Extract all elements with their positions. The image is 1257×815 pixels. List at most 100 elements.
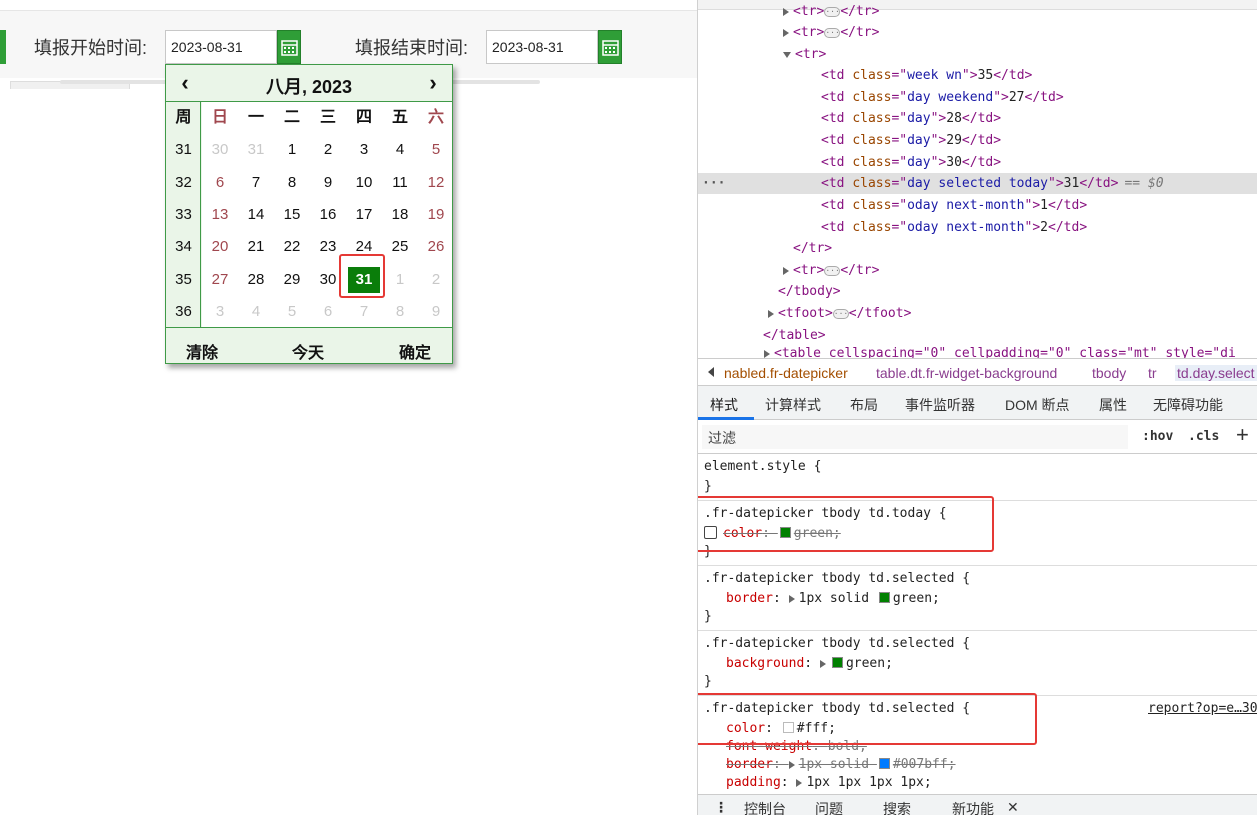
expand-triangle-icon[interactable] (788, 760, 795, 769)
day-cell[interactable]: 13 (202, 199, 238, 231)
dom-node[interactable]: </tr> (698, 238, 1257, 259)
tab-whats-new[interactable]: 新功能 (952, 799, 994, 815)
color-swatch[interactable] (878, 592, 890, 603)
tab-computed[interactable]: 计算样式 (765, 395, 821, 415)
day-cell[interactable]: 25 (382, 231, 418, 263)
cls-button[interactable]: .cls (1188, 429, 1219, 444)
day-cell[interactable]: 9 (310, 167, 346, 199)
expand-triangle-icon[interactable] (783, 7, 789, 16)
other-month-day-cell[interactable]: 2 (418, 264, 454, 296)
day-cell[interactable]: 11 (382, 167, 418, 199)
day-cell[interactable]: 12 (418, 167, 454, 199)
start-calendar-button[interactable] (277, 30, 301, 64)
tab-layout[interactable]: 布局 (850, 395, 878, 415)
other-month-day-cell[interactable]: 3 (202, 296, 238, 328)
node-menu-icon[interactable]: ··· (702, 173, 725, 194)
dom-node[interactable]: <tr> (698, 44, 1257, 65)
other-month-day-cell[interactable]: 7 (346, 296, 382, 328)
property-name[interactable]: border (726, 757, 773, 772)
dom-node[interactable]: </tbody> (698, 281, 1257, 302)
property-name[interactable]: padding (726, 775, 781, 790)
ellipsis-icon[interactable]: ··· (832, 308, 849, 319)
color-swatch[interactable] (831, 657, 843, 668)
day-cell[interactable]: 7 (238, 167, 274, 199)
rule-selected-selector[interactable]: .fr-datepicker tbody td.selected { (704, 570, 970, 588)
expand-triangle-icon[interactable] (819, 659, 826, 668)
drawer-menu-icon[interactable]: ⋮ (714, 799, 728, 815)
today-button[interactable]: 今天 (292, 339, 324, 363)
day-cell[interactable]: 27 (202, 264, 238, 296)
collapse-triangle-icon[interactable] (783, 51, 791, 58)
day-cell[interactable]: 19 (418, 199, 454, 231)
tab-accessibility[interactable]: 无障碍功能 (1153, 395, 1223, 415)
other-month-day-cell[interactable]: 5 (274, 296, 310, 328)
tab-search[interactable]: 搜索 (883, 799, 911, 815)
property-value[interactable]: 1px solid (799, 757, 869, 772)
dom-node[interactable]: <td class="oday next-month">1</td> (698, 195, 1257, 216)
day-cell[interactable]: 4 (382, 134, 418, 166)
breadcrumb-item[interactable]: table.dt.fr-widget-background (876, 365, 1057, 381)
expand-triangle-icon[interactable] (764, 349, 770, 358)
other-month-day-cell[interactable]: 1 (382, 264, 418, 296)
day-cell[interactable]: 6 (202, 167, 238, 199)
tab-dom-breakpoints[interactable]: DOM 断点 (1005, 395, 1070, 415)
dom-node[interactable]: <tr>···</tr> (698, 22, 1257, 43)
property-name[interactable]: border (726, 591, 773, 606)
day-cell[interactable]: 2 (310, 134, 346, 166)
hov-button[interactable]: :hov (1142, 429, 1173, 444)
dom-node-selected[interactable]: <td class="day selected today">31</td> ==… (698, 173, 1257, 194)
prev-month-button[interactable]: ‹ (174, 71, 196, 95)
day-cell[interactable]: 15 (274, 199, 310, 231)
other-month-day-cell[interactable]: 9 (418, 296, 454, 328)
close-icon[interactable]: ✕ (1007, 799, 1019, 815)
expand-triangle-icon[interactable] (768, 309, 774, 318)
expand-triangle-icon[interactable] (783, 266, 789, 275)
filter-input[interactable]: 过滤 (702, 425, 1128, 449)
dom-node[interactable]: <td class="oday next-month">2</td> (698, 217, 1257, 238)
breadcrumb-item[interactable]: tr (1148, 365, 1157, 381)
ellipsis-icon[interactable]: ··· (824, 265, 841, 276)
next-month-button[interactable]: › (422, 71, 444, 95)
ellipsis-icon[interactable]: ··· (824, 27, 841, 38)
dom-node[interactable]: <td class="day">30</td> (698, 152, 1257, 173)
day-cell[interactable]: 10 (346, 167, 382, 199)
property-name[interactable]: background (726, 656, 804, 671)
tab-properties[interactable]: 属性 (1099, 395, 1127, 415)
color-swatch[interactable] (878, 758, 890, 769)
day-cell[interactable]: 1 (274, 134, 310, 166)
rule-selected-selector[interactable]: .fr-datepicker tbody td.selected { (704, 635, 970, 653)
tab-styles[interactable]: 样式 (710, 395, 738, 415)
day-cell[interactable]: 5 (418, 134, 454, 166)
end-date-input[interactable]: 2023-08-31 (486, 30, 598, 64)
day-cell[interactable]: 22 (274, 231, 310, 263)
breadcrumb-left-arrow-icon[interactable] (708, 367, 714, 377)
rule-source-link[interactable]: report?op=e…30 (1148, 700, 1257, 718)
day-cell[interactable]: 26 (418, 231, 454, 263)
element-style-selector[interactable]: element.style { (704, 458, 821, 476)
dom-node[interactable]: <tfoot>···</tfoot> (698, 303, 1257, 324)
dom-node[interactable]: <td class="day">28</td> (698, 108, 1257, 129)
other-month-day-cell[interactable]: 31 (238, 134, 274, 166)
other-month-day-cell[interactable]: 30 (202, 134, 238, 166)
property-value[interactable]: 1px 1px 1px 1px; (806, 775, 931, 790)
day-cell[interactable]: 18 (382, 199, 418, 231)
breadcrumb-item-current[interactable]: td.day.select (1175, 365, 1257, 381)
breadcrumb-item[interactable]: nabled.fr-datepicker (724, 365, 848, 381)
expand-triangle-icon[interactable] (796, 778, 803, 787)
day-cell[interactable]: 17 (346, 199, 382, 231)
other-month-day-cell[interactable]: 6 (310, 296, 346, 328)
rule-selected-padding-decl[interactable]: padding: 1px 1px 1px 1px; (726, 774, 932, 792)
datepicker-title[interactable]: 八月, 2023 (226, 73, 392, 99)
day-cell[interactable]: 3 (346, 134, 382, 166)
tab-issues[interactable]: 问题 (815, 799, 843, 815)
day-cell[interactable]: 16 (310, 199, 346, 231)
dom-node[interactable]: <td class="week wn">35</td> (698, 65, 1257, 86)
tab-event-listeners[interactable]: 事件监听器 (905, 395, 975, 415)
dom-node[interactable]: <td class="day weekend">27</td> (698, 87, 1257, 108)
other-month-day-cell[interactable]: 4 (238, 296, 274, 328)
day-cell[interactable]: 21 (238, 231, 274, 263)
expand-triangle-icon[interactable] (788, 594, 795, 603)
property-value[interactable]: green; (893, 591, 940, 606)
clear-button[interactable]: 清除 (186, 339, 218, 363)
day-cell[interactable]: 14 (238, 199, 274, 231)
